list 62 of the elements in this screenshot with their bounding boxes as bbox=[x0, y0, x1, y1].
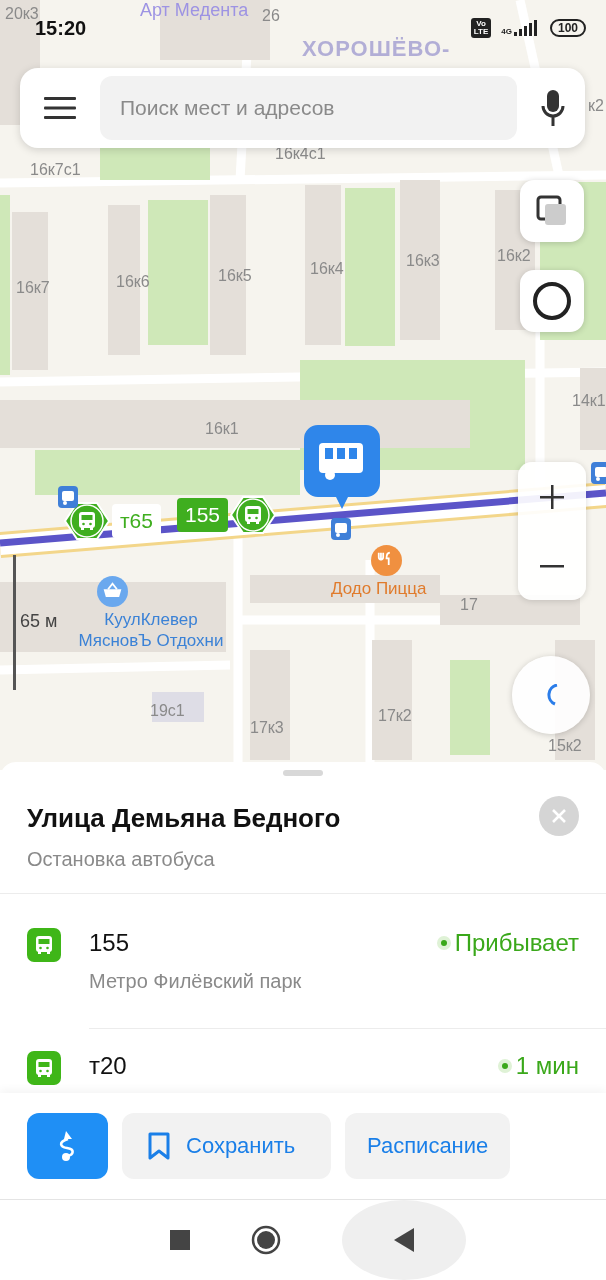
building-number: 14к1 bbox=[572, 393, 606, 409]
building-number: 17к2 bbox=[378, 708, 412, 724]
route-destination: Метро Филёвский парк bbox=[89, 969, 303, 994]
menu-icon[interactable] bbox=[44, 96, 76, 120]
volte-badge: Vo LTE bbox=[470, 18, 492, 38]
plus-icon[interactable] bbox=[540, 484, 564, 509]
arrival-row[interactable]: 155 Метро Филёвский парк Прибывает bbox=[0, 894, 606, 1028]
place-name: Арт Медента bbox=[140, 1, 249, 19]
route-number: т20 bbox=[89, 1051, 128, 1081]
route-number: 155 bbox=[89, 928, 131, 958]
status-dot bbox=[501, 1063, 508, 1069]
back-icon bbox=[393, 1228, 414, 1252]
battery-level: 100 bbox=[549, 19, 586, 37]
scale-label: 65 м bbox=[20, 612, 58, 630]
close-icon bbox=[552, 809, 566, 823]
building bbox=[152, 692, 204, 722]
building-number: 26 bbox=[262, 8, 280, 24]
stop-type: Остановка автобуса bbox=[27, 847, 216, 872]
arrival-row[interactable]: т20 1 мин bbox=[0, 1029, 606, 1089]
building-number: 16к3 bbox=[406, 253, 440, 269]
building-number: 17 bbox=[460, 597, 478, 613]
poi-name: Додо Пицца bbox=[331, 578, 427, 599]
layers-button[interactable] bbox=[520, 180, 584, 242]
layers-icon bbox=[536, 195, 568, 227]
search-field[interactable]: Поиск мест и адресов bbox=[100, 76, 517, 140]
route-tag: 155 bbox=[177, 498, 229, 532]
bookmark-icon bbox=[148, 1132, 170, 1160]
home-icon[interactable] bbox=[251, 1225, 281, 1255]
route-button[interactable] bbox=[27, 1113, 108, 1179]
building-number: 17к3 bbox=[250, 720, 284, 736]
save-button[interactable]: Сохранить bbox=[122, 1113, 331, 1179]
building-number: 19с1 bbox=[150, 703, 185, 719]
building-number: 15к2 bbox=[548, 738, 582, 754]
building-number: 16к2 bbox=[497, 248, 531, 264]
poi-name: КуулКлевер МясновЪ Отдохни bbox=[77, 609, 225, 651]
route-tag: т65 bbox=[112, 504, 161, 538]
assistant-button[interactable] bbox=[520, 270, 584, 332]
network-type: 4G bbox=[501, 27, 512, 36]
basket-icon bbox=[97, 576, 128, 607]
district-name: ХОРОШЁВО- bbox=[302, 38, 451, 60]
bus-stop-icon bbox=[331, 518, 351, 540]
bus-stop-icon bbox=[58, 486, 78, 508]
building-number: 16к4 bbox=[310, 261, 344, 277]
building-number: к2 bbox=[588, 98, 604, 114]
building-number: 16к7с1 bbox=[30, 162, 81, 178]
sheet-handle bbox=[283, 770, 323, 776]
stop-title: Улица Демьяна Бедного bbox=[27, 802, 341, 834]
schedule-button[interactable]: Расписание bbox=[345, 1113, 511, 1179]
building-number: 16к5 bbox=[218, 268, 252, 284]
building-number: 16к1 bbox=[205, 421, 239, 437]
signal-icon bbox=[513, 20, 540, 36]
arrival-status: 1 мин bbox=[515, 1051, 579, 1081]
fork-knife-icon bbox=[371, 545, 402, 576]
recent-apps-icon[interactable] bbox=[170, 1230, 191, 1250]
ring-icon bbox=[532, 281, 572, 321]
building-number: 16к7 bbox=[16, 280, 50, 296]
bus-stop-icon bbox=[591, 462, 606, 484]
building-number: 16к6 bbox=[116, 274, 150, 290]
arrival-status: Прибывает bbox=[454, 928, 579, 958]
status-dot bbox=[440, 940, 447, 946]
building-number: 20к3 bbox=[5, 6, 39, 22]
microphone-icon[interactable] bbox=[541, 90, 565, 126]
